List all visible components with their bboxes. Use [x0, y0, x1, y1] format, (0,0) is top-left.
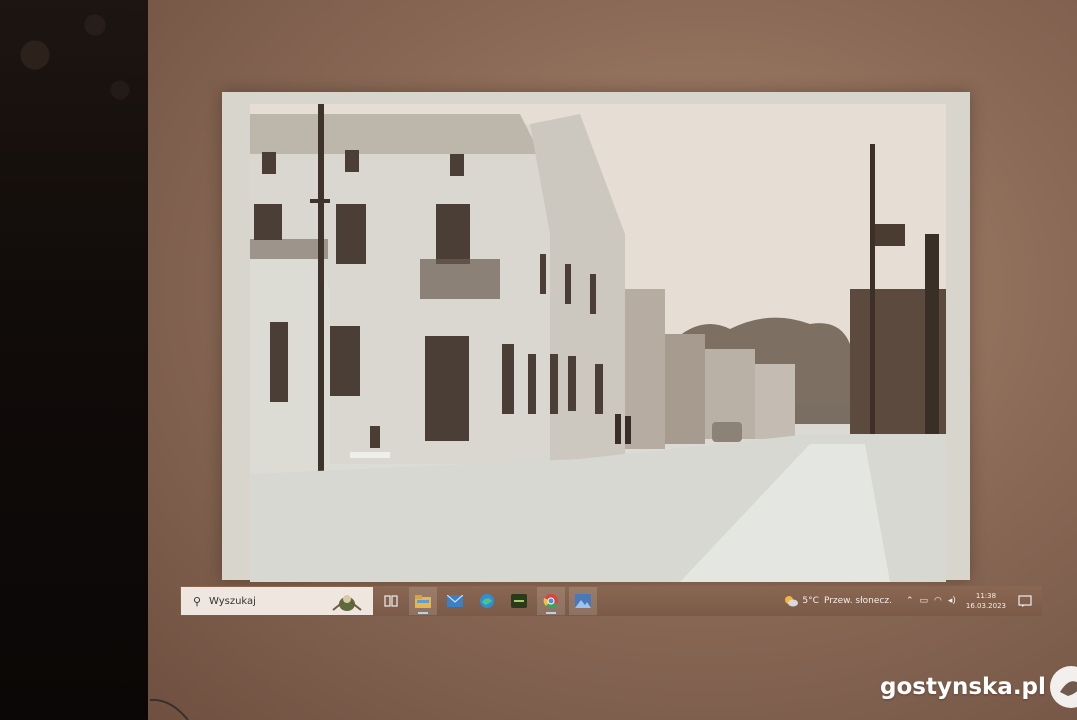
gostynska-logo-icon	[1049, 666, 1077, 708]
notifications-icon[interactable]	[1018, 595, 1032, 607]
taskbar-search-box[interactable]: ⚲ Wyszukaj	[181, 587, 373, 615]
running-indicator	[546, 612, 556, 614]
file-explorer-button[interactable]	[409, 587, 437, 615]
tray-icons: ⌃ ▭ ◠ ◂)	[906, 596, 956, 606]
chevron-up-icon[interactable]: ⌃	[906, 596, 914, 606]
terminal-icon	[511, 594, 527, 608]
windows-taskbar: ⚲ Wyszukaj 5°C Przew. słonecz. ⌃ ▭ ◠ ◂) …	[180, 586, 1042, 616]
chrome-icon	[543, 594, 558, 609]
green-app-button[interactable]	[505, 587, 533, 615]
edge-button[interactable]	[473, 587, 501, 615]
historic-street-photo	[250, 104, 946, 582]
weather-temp: 5°C	[802, 596, 819, 606]
chrome-button[interactable]	[537, 587, 565, 615]
curtain-pattern	[0, 0, 150, 120]
mail-button[interactable]	[441, 587, 469, 615]
task-view-button[interactable]	[377, 587, 405, 615]
mail-icon	[447, 595, 463, 607]
folder-icon	[415, 594, 431, 608]
site-watermark: gostynska.pl	[880, 664, 1077, 710]
weather-widget[interactable]: 5°C Przew. słonecz.	[784, 595, 892, 607]
watermark-text: gostynska.pl	[880, 674, 1046, 700]
floor-cable	[150, 698, 189, 720]
volume-icon[interactable]: ◂)	[948, 596, 956, 606]
edge-icon	[480, 594, 494, 608]
system-tray: 5°C Przew. słonecz. ⌃ ▭ ◠ ◂) 11:38 16.03…	[784, 586, 1042, 616]
search-placeholder: Wyszukaj	[209, 595, 256, 607]
network-icon[interactable]: ▭	[920, 596, 929, 606]
clock-date: 16.03.2023	[965, 602, 1006, 610]
search-icon: ⚲	[192, 594, 202, 608]
clock-time: 11:38	[975, 592, 997, 600]
photos-button[interactable]	[569, 587, 597, 615]
search-highlight-icon	[332, 595, 362, 611]
system-clock[interactable]: 11:38 16.03.2023	[966, 591, 1006, 611]
street-photo-drawing	[250, 104, 946, 582]
running-indicator	[418, 612, 428, 614]
partly-sunny-icon	[785, 596, 799, 607]
weather-desc: Przew. słonecz.	[823, 596, 892, 606]
wifi-icon[interactable]: ◠	[934, 596, 942, 606]
task-view-icon	[384, 595, 398, 607]
photos-icon	[575, 594, 591, 608]
room-left-dark	[0, 0, 160, 720]
